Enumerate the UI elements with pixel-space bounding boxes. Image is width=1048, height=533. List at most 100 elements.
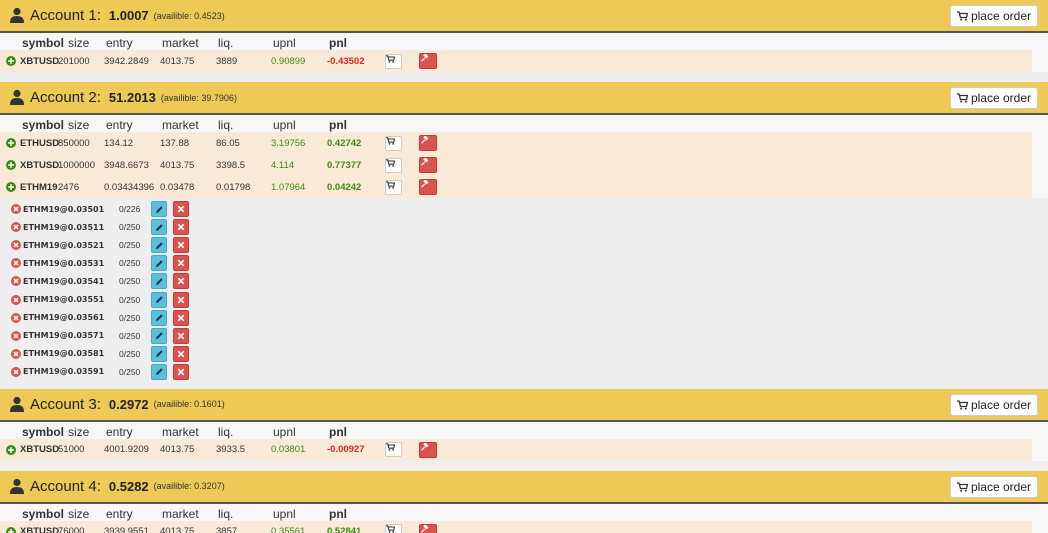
gavel-icon <box>421 135 429 144</box>
order-position-button[interactable] <box>385 53 402 69</box>
col-entry: entry <box>106 118 133 132</box>
position-size: 76000 <box>58 526 85 533</box>
pencil-icon <box>155 260 163 267</box>
col-entry: entry <box>106 36 133 50</box>
cancel-order-button[interactable] <box>173 237 189 254</box>
col-liq: liq. <box>218 506 234 521</box>
col-market: market <box>162 36 199 50</box>
minus-circle-icon[interactable] <box>11 222 21 233</box>
gavel-icon <box>421 524 429 533</box>
plus-circle-icon[interactable] <box>6 56 16 66</box>
position-pnl: 0.52841 <box>327 526 362 533</box>
position-pnl: 0.42742 <box>327 137 362 149</box>
plus-circle-icon[interactable] <box>6 444 16 455</box>
cancel-order-button[interactable] <box>173 309 189 326</box>
edit-order-button[interactable] <box>151 255 167 272</box>
minus-circle-icon[interactable] <box>11 294 21 305</box>
account-available: (availible: 0.4523) <box>153 10 225 21</box>
edit-order-button[interactable] <box>151 345 167 362</box>
order-position-button[interactable] <box>385 524 402 533</box>
gavel-icon <box>421 442 429 451</box>
plus-circle-icon[interactable] <box>6 182 16 192</box>
order-position-button[interactable] <box>385 179 402 195</box>
edit-order-button[interactable] <box>151 309 167 326</box>
minus-circle-icon[interactable] <box>11 258 21 269</box>
cancel-order-button[interactable] <box>173 201 189 218</box>
plus-circle-icon[interactable] <box>6 138 16 148</box>
cancel-order-button[interactable] <box>173 345 189 362</box>
plus-circle-icon[interactable] <box>6 526 16 533</box>
positions-header-row: symbol size entry market liq. upnl pnl <box>0 425 1048 439</box>
pencil-icon <box>155 278 163 286</box>
col-size: size <box>68 424 90 439</box>
pencil-icon <box>155 241 163 249</box>
positions-table: symbol size entry market liq. upnl pnl E… <box>0 115 1048 198</box>
position-symbol: ETHUSD <box>20 137 60 149</box>
minus-circle-icon[interactable] <box>11 366 21 377</box>
close-position-button[interactable] <box>419 441 437 458</box>
positions-table: symbol size entry market liq. upnl pnl X… <box>0 503 1048 533</box>
position-liq: 3857 <box>216 526 238 533</box>
minus-circle-icon[interactable] <box>11 276 21 287</box>
pencil-icon <box>155 332 163 340</box>
pencil-icon <box>155 223 163 231</box>
edit-order-button[interactable] <box>151 237 167 254</box>
position-entry: 3942.2849 <box>104 55 149 67</box>
user-icon <box>10 89 24 105</box>
order-label: ETHM19@0.03591 <box>23 367 105 377</box>
position-liq: 3933.5 <box>216 444 246 456</box>
place-order-button[interactable]: place order <box>949 5 1038 27</box>
account-panel: Account 1: 1.0007 (availible: 0.4523) pl… <box>0 0 1048 82</box>
positions-body: ETHUSD 850000 134.12 137.88 86.05 3.1975… <box>0 132 1048 198</box>
minus-circle-icon[interactable] <box>11 240 21 251</box>
cancel-order-button[interactable] <box>173 327 189 344</box>
close-position-button[interactable] <box>419 179 437 195</box>
position-liq: 86.05 <box>216 137 240 149</box>
order-position-button[interactable] <box>385 442 402 458</box>
order-label: ETHM19@0.03571 <box>23 331 105 341</box>
account-available: (availible: 39.7906) <box>160 92 237 103</box>
order-quantity: 0/250 <box>119 294 141 305</box>
plus-circle-icon[interactable] <box>6 160 16 170</box>
position-market: 4013.75 <box>160 444 195 456</box>
col-liq: liq. <box>218 36 234 50</box>
position-entry: 134.12 <box>104 137 134 149</box>
cancel-order-button[interactable] <box>173 363 189 380</box>
positions-header-row: symbol size entry market liq. upnl pnl <box>0 36 1048 50</box>
order-quantity: 0/250 <box>119 330 141 341</box>
col-liq: liq. <box>218 118 234 132</box>
cancel-order-button[interactable] <box>173 291 189 308</box>
order-quantity: 0/250 <box>119 276 141 287</box>
account-header: Account 1: 1.0007 (availible: 0.4523) pl… <box>0 0 1048 33</box>
place-order-button[interactable]: place order <box>949 87 1038 109</box>
minus-circle-icon[interactable] <box>11 204 21 215</box>
close-icon <box>177 223 185 231</box>
cancel-order-button[interactable] <box>173 255 189 272</box>
edit-order-button[interactable] <box>151 291 167 308</box>
place-order-button[interactable]: place order <box>949 475 1038 498</box>
edit-order-button[interactable] <box>151 201 167 218</box>
positions-header-row: symbol size entry market liq. upnl pnl <box>0 118 1048 132</box>
close-icon <box>177 241 185 249</box>
close-position-button[interactable] <box>419 157 437 173</box>
minus-circle-icon[interactable] <box>11 348 21 359</box>
cancel-order-button[interactable] <box>173 273 189 290</box>
close-position-button[interactable] <box>419 135 437 151</box>
order-position-button[interactable] <box>385 135 402 151</box>
close-position-button[interactable] <box>419 523 437 533</box>
cancel-order-button[interactable] <box>173 219 189 236</box>
order-position-button[interactable] <box>385 157 402 173</box>
account-panel: Account 4: 0.5282 (availible: 0.3207) pl… <box>0 470 1048 533</box>
order-row: ETHM19@0.03551 0/250 <box>0 290 1048 308</box>
minus-circle-icon[interactable] <box>11 330 21 341</box>
position-upnl: 0.35561 <box>271 526 306 533</box>
edit-order-button[interactable] <box>151 219 167 236</box>
position-upnl: 0.03801 <box>271 444 306 456</box>
place-order-button[interactable]: place order <box>949 393 1038 416</box>
position-upnl: 4.114 <box>271 159 295 171</box>
edit-order-button[interactable] <box>151 363 167 380</box>
minus-circle-icon[interactable] <box>11 312 21 323</box>
edit-order-button[interactable] <box>151 273 167 290</box>
close-position-button[interactable] <box>419 53 437 69</box>
edit-order-button[interactable] <box>151 327 167 344</box>
